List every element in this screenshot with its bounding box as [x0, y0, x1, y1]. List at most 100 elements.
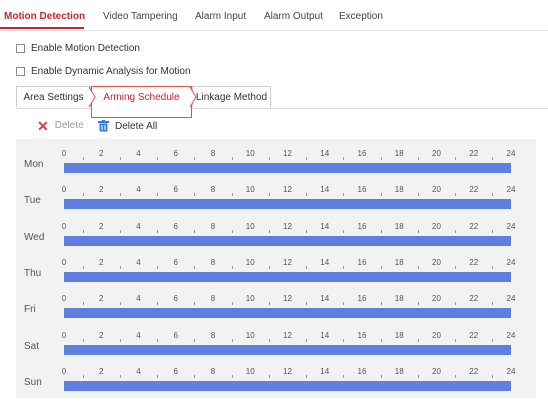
hour-tick-label: 18 [394, 330, 404, 340]
hour-tick-label: 0 [61, 221, 67, 231]
hour-tick-mark [343, 265, 345, 269]
hour-tick-mark [455, 157, 457, 160]
hour-tick-mark [306, 302, 308, 306]
hour-tick-mark [343, 193, 345, 197]
hour-tick-label: 8 [210, 366, 216, 376]
hour-tick-mark [194, 338, 196, 342]
hour-tick-mark [343, 157, 345, 160]
hour-tick-label: 4 [136, 221, 141, 231]
hour-tick-mark [231, 229, 233, 233]
hour-tick-mark [82, 374, 84, 378]
hour-tick-mark [268, 338, 270, 342]
hour-tick-mark [119, 265, 121, 269]
hour-tick-mark [268, 193, 270, 197]
hour-tick-mark [492, 229, 494, 233]
hour-tick-label: 24 [506, 330, 516, 340]
schedule-bar-sun[interactable] [64, 380, 511, 391]
subtab-arming-schedule[interactable]: Arming Schedule [91, 86, 192, 118]
hour-tick-label: 20 [432, 366, 441, 376]
hour-tick-label: 22 [469, 185, 479, 195]
hour-tick-mark [380, 265, 382, 269]
hour-tick-mark [455, 265, 457, 269]
hour-tick-mark [157, 229, 159, 233]
hour-tick-label: 12 [283, 149, 292, 158]
hour-tick-label: 10 [245, 366, 255, 376]
hour-tick-label: 2 [99, 149, 104, 158]
hour-tick-mark [343, 374, 345, 378]
hour-tick-mark [268, 302, 270, 306]
hour-tick-label: 20 [432, 330, 441, 340]
hour-tick-label: 4 [136, 366, 141, 376]
hour-tick-label: 10 [245, 149, 255, 158]
hour-tick-mark [492, 302, 494, 306]
hour-tick-label: 14 [320, 185, 330, 195]
enable-dynamic-analysis-checkbox[interactable] [16, 67, 25, 76]
hour-tick-label: 0 [61, 366, 67, 376]
hour-tick-mark [380, 229, 382, 233]
schedule-bar-sat[interactable] [64, 344, 511, 355]
hour-tick-label: 10 [245, 185, 255, 195]
delete-all-button[interactable]: Delete All [98, 120, 157, 132]
hour-tick-label: 4 [136, 149, 141, 158]
delete-label: Delete [54, 120, 84, 131]
hour-tick-label: 18 [394, 366, 404, 376]
hour-tick-label: 12 [283, 294, 292, 304]
hour-tick-label: 22 [469, 366, 479, 376]
hour-tick-label: 14 [320, 149, 330, 158]
hour-tick-mark [492, 157, 494, 160]
hour-tick-mark [268, 157, 270, 160]
schedule-bar-tue[interactable] [64, 199, 511, 210]
hour-tick-mark [417, 338, 419, 342]
hour-tick-label: 2 [99, 185, 104, 195]
hour-tick-mark [231, 157, 233, 160]
delete-button[interactable]: ✕ Delete [37, 119, 84, 133]
hour-tick-mark [417, 265, 419, 269]
subtab-linkage-method[interactable]: Linkage Method [192, 86, 271, 107]
hour-tick-label: 4 [136, 185, 141, 195]
hour-tick-mark [380, 193, 382, 197]
tab-exception[interactable]: Exception [339, 11, 383, 22]
hour-tick-label: 2 [99, 366, 104, 376]
day-label-sun: Sun [24, 376, 42, 388]
hour-tick-label: 12 [283, 257, 292, 267]
hour-tick-label: 16 [357, 185, 367, 195]
hour-tick-mark [194, 193, 196, 197]
hour-tick-label: 2 [99, 330, 104, 340]
hour-tick-label: 22 [469, 294, 479, 304]
schedule-bar-mon[interactable] [64, 163, 511, 173]
hour-tick-mark [455, 374, 457, 378]
hour-tick-label: 14 [320, 294, 330, 304]
hour-tick-mark [306, 157, 308, 160]
day-label-wed: Wed [24, 231, 45, 243]
enable-motion-detection-row: Enable Motion Detection [16, 43, 140, 54]
hour-tick-label: 16 [357, 366, 367, 376]
enable-motion-detection-checkbox[interactable] [16, 44, 25, 53]
hour-tick-label: 8 [210, 149, 216, 158]
hour-tick-label: 24 [506, 366, 516, 376]
hour-tick-mark [119, 157, 121, 160]
schedule-bar-wed[interactable] [64, 235, 511, 246]
tab-motion-detection[interactable]: Motion Detection [4, 11, 85, 22]
subtab-area-settings[interactable]: Area Settings [16, 86, 91, 107]
tab-alarm-input[interactable]: Alarm Input [195, 11, 246, 22]
hour-tick-mark [380, 374, 382, 378]
hour-tick-label: 18 [394, 294, 404, 304]
hour-tick-label: 0 [61, 294, 67, 304]
hour-tick-label: 6 [173, 330, 178, 340]
tab-video-tampering[interactable]: Video Tampering [103, 11, 178, 22]
tab-alarm-output[interactable]: Alarm Output [264, 11, 323, 22]
hour-tick-label: 16 [357, 221, 367, 231]
enable-motion-detection-label: Enable Motion Detection [31, 43, 140, 54]
hour-tick-label: 22 [469, 257, 479, 267]
hour-tick-mark [343, 302, 345, 306]
schedule-bar-thu[interactable] [64, 271, 511, 282]
hour-tick-label: 14 [320, 330, 330, 340]
schedule-bar-fri[interactable] [64, 308, 511, 319]
hour-tick-mark [417, 302, 419, 306]
hour-tick-label: 0 [61, 330, 67, 340]
hour-tick-mark [231, 302, 233, 306]
hour-tick-mark [417, 229, 419, 233]
hour-tick-mark [194, 157, 196, 160]
hour-tick-label: 22 [469, 149, 479, 158]
hour-tick-label: 18 [394, 221, 404, 231]
